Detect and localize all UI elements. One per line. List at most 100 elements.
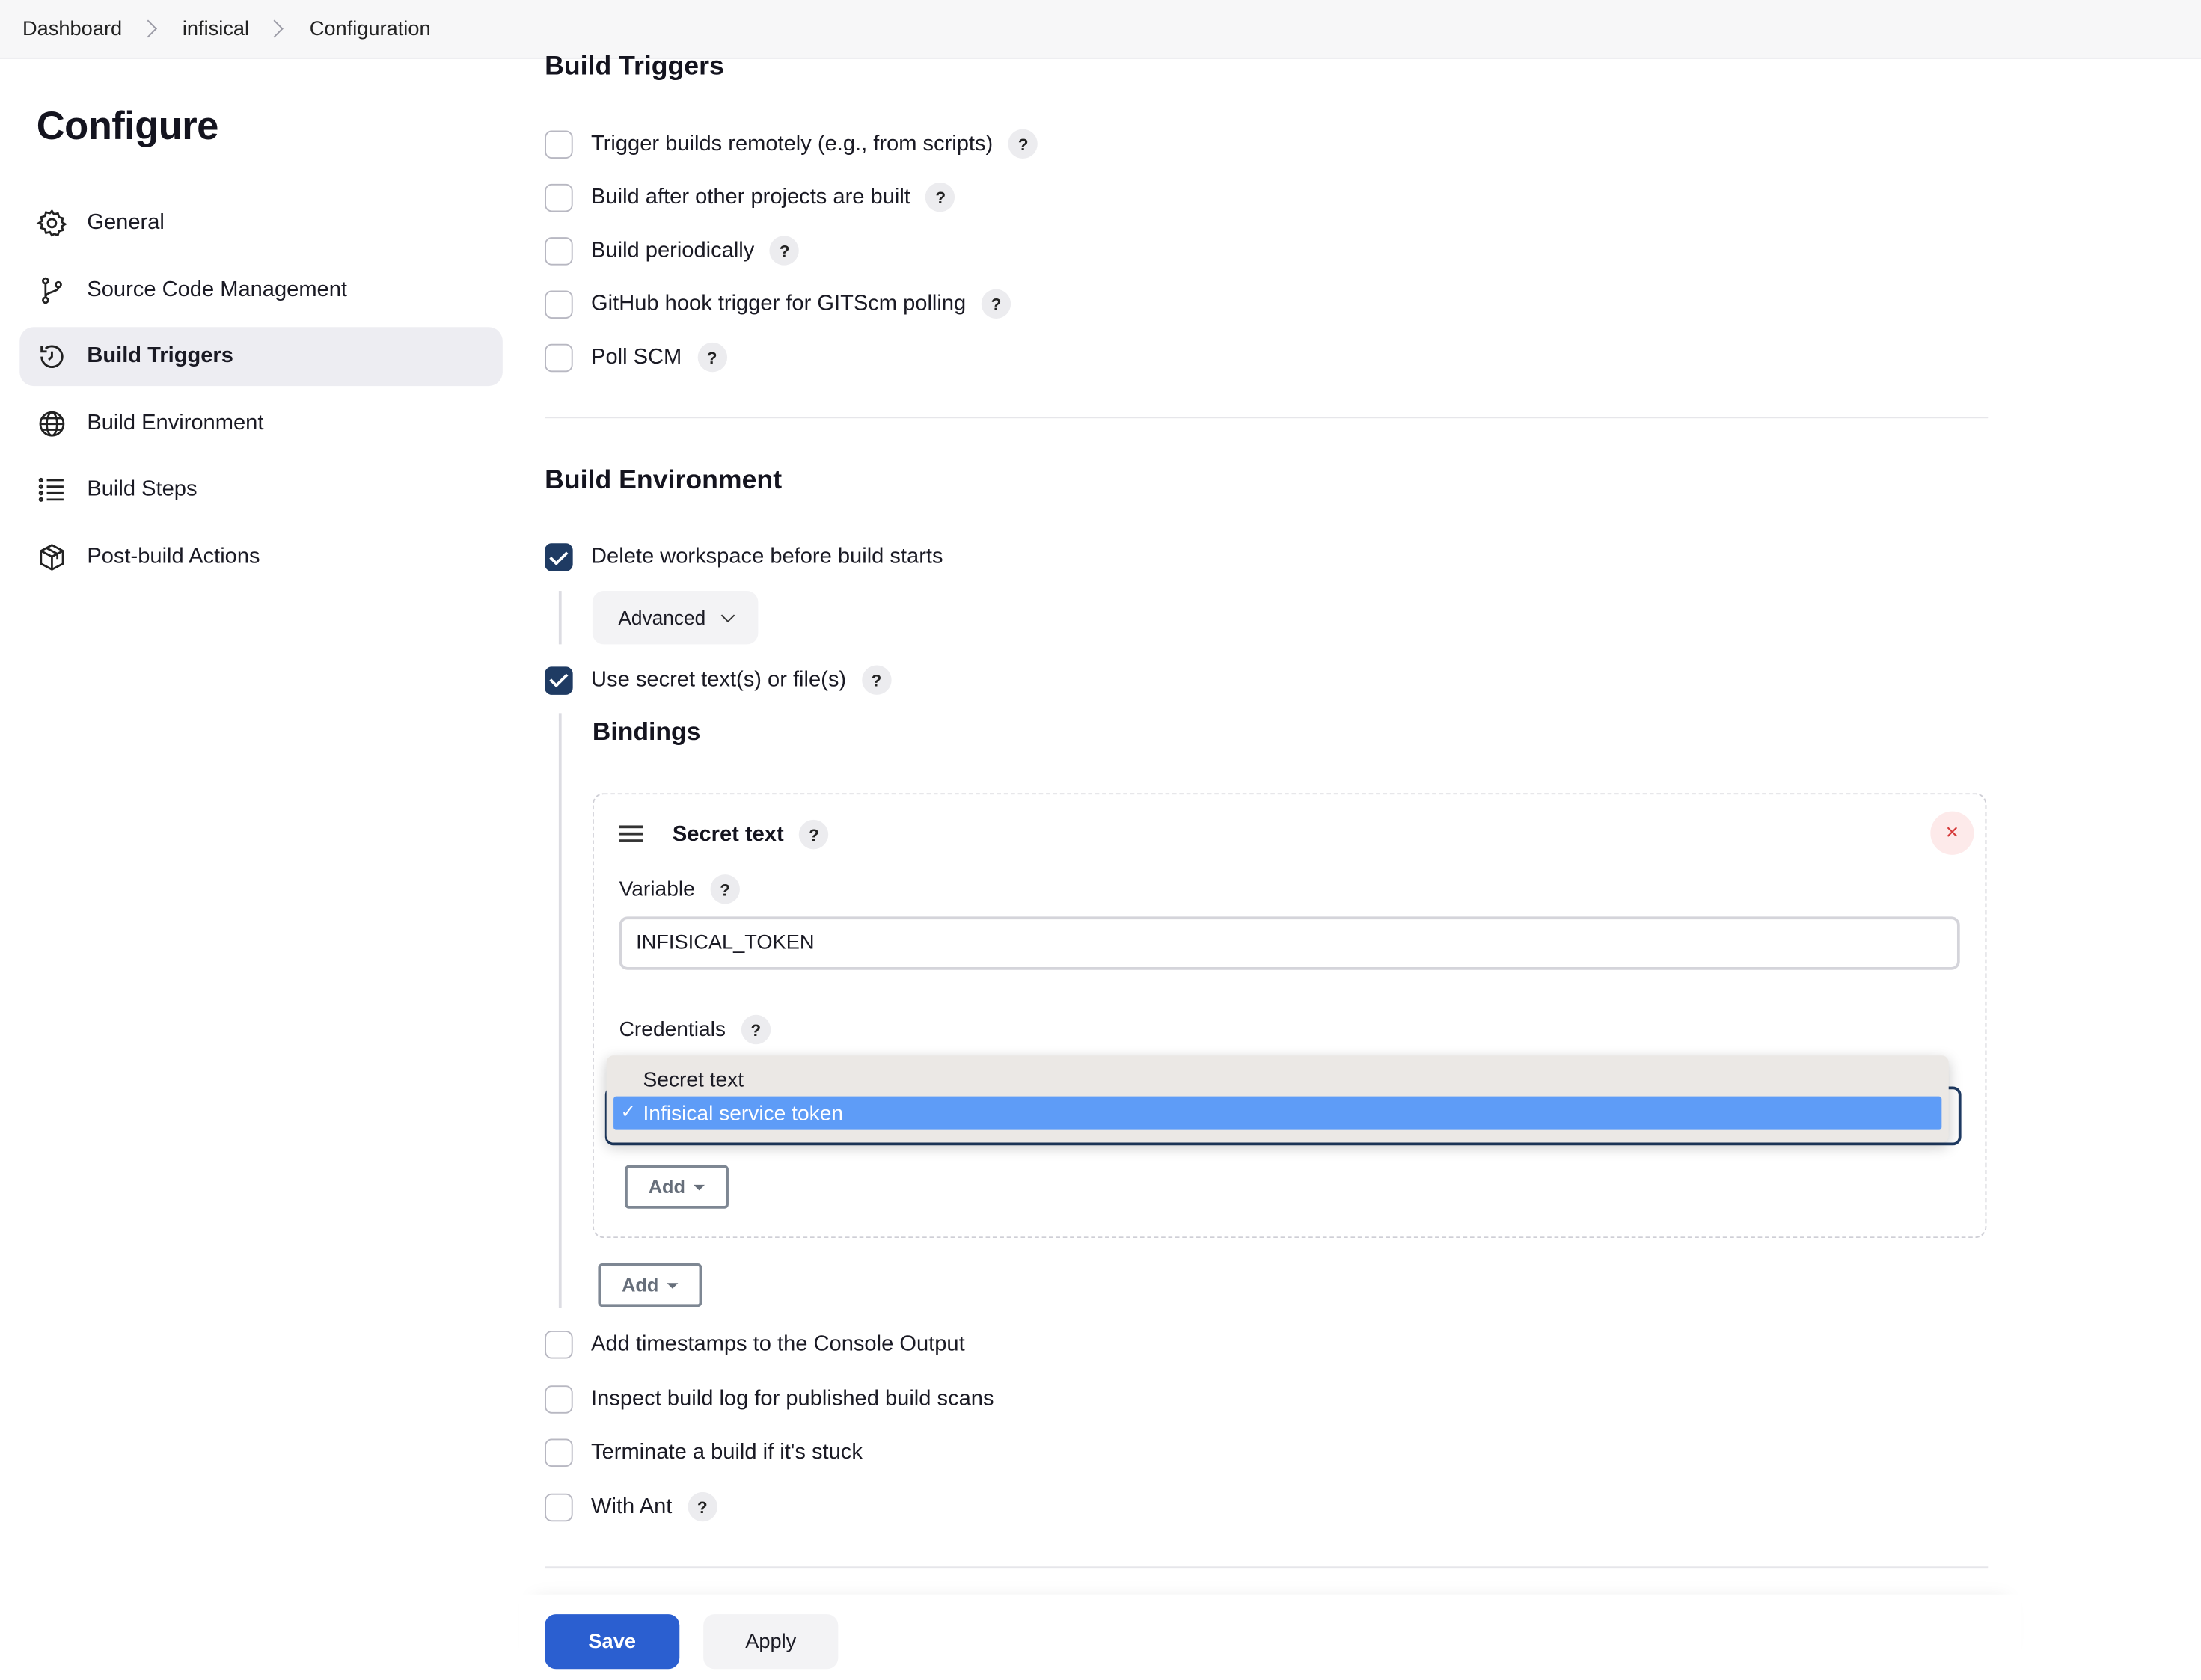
help-icon[interactable]: ? [688, 1492, 717, 1522]
trigger-remote-checkbox[interactable] [545, 129, 573, 159]
timestamps-row: Add timestamps to the Console Output [545, 1331, 965, 1359]
credentials-dropdown: Secret text ✓ Infisical service token [606, 1055, 1949, 1143]
terminate-stuck-checkbox[interactable] [545, 1438, 573, 1468]
list-icon [38, 477, 64, 502]
caret-down-icon [667, 1282, 679, 1288]
sidebar-item-label: Post-build Actions [87, 544, 260, 568]
sidebar-item-post-build-actions[interactable]: Post-build Actions [19, 527, 503, 586]
option-label: Infisical service token [643, 1101, 844, 1126]
sidebar-item-label: Build Steps [87, 477, 198, 501]
checkbox-label: With Ant [591, 1494, 673, 1518]
chevron-right-icon [266, 19, 284, 38]
section-divider [545, 417, 1989, 419]
sidebar-item-label: Build Triggers [87, 343, 233, 368]
variable-label: Variable ? [619, 874, 740, 904]
branch-icon [42, 276, 62, 304]
drag-handle-icon[interactable] [619, 825, 643, 846]
trigger-poll-scm-checkbox[interactable] [545, 343, 573, 372]
help-icon[interactable]: ? [697, 342, 727, 373]
sidebar-item-general[interactable]: General [19, 194, 503, 253]
sidebar-item-build-steps[interactable]: Build Steps [19, 461, 503, 520]
delete-workspace-checkbox[interactable] [545, 543, 573, 571]
breadcrumb-dashboard[interactable]: Dashboard [22, 17, 122, 40]
checkbox-label: Build after other projects are built [591, 184, 910, 209]
binding-card-title-text: Secret text [672, 821, 784, 846]
help-icon[interactable]: ? [925, 182, 955, 212]
sidebar-nav: General Source Code Management Build Tri… [19, 194, 503, 594]
checkbox-label: Add timestamps to the Console Output [591, 1331, 965, 1356]
trigger-remote-row: Trigger builds remotely (e.g., from scri… [545, 129, 1038, 159]
help-icon[interactable]: ? [861, 665, 892, 695]
inspect-build-log-checkbox[interactable] [545, 1385, 573, 1414]
breadcrumb: Dashboard infisical Configuration [0, 0, 2201, 59]
terminate-stuck-row: Terminate a build if it's stuck [545, 1438, 863, 1468]
help-icon[interactable]: ? [769, 236, 800, 266]
use-secret-checkbox[interactable] [545, 666, 573, 694]
apply-button[interactable]: Apply [703, 1614, 839, 1670]
chevron-right-icon [138, 19, 157, 38]
nested-guide-line [558, 713, 562, 1308]
credentials-add-button[interactable]: Add [625, 1165, 729, 1209]
sidebar-item-label: General [87, 210, 165, 235]
variable-label-text: Variable [619, 877, 695, 901]
help-icon[interactable]: ? [1008, 129, 1038, 159]
section-title-build-environment: Build Environment [545, 466, 783, 496]
breadcrumb-configuration[interactable]: Configuration [310, 17, 431, 40]
add-label: Add [648, 1176, 686, 1198]
sidebar-item-label: Build Environment [87, 410, 264, 435]
dropdown-option-infisical-service-token[interactable]: ✓ Infisical service token [613, 1096, 1942, 1130]
nested-guide-line [558, 591, 562, 645]
save-button[interactable]: Save [545, 1614, 680, 1670]
globe-icon [39, 410, 65, 436]
help-icon[interactable]: ? [710, 874, 740, 904]
bindings-title: Bindings [592, 717, 701, 746]
checkbox-label: Terminate a build if it's stuck [591, 1440, 863, 1465]
with-ant-checkbox[interactable] [545, 1492, 573, 1521]
use-secret-row: Use secret text(s) or file(s) ? [545, 665, 892, 695]
inspect-build-log-row: Inspect build log for published build sc… [545, 1385, 994, 1414]
checkbox-label: Delete workspace before build starts [591, 545, 943, 569]
timestamps-checkbox[interactable] [545, 1331, 573, 1359]
delete-workspace-row: Delete workspace before build starts [545, 543, 943, 571]
advanced-label: Advanced [618, 606, 706, 629]
help-icon[interactable]: ? [799, 819, 829, 850]
sidebar-item-build-environment[interactable]: Build Environment [19, 393, 503, 453]
checkbox-label: Inspect build log for published build sc… [591, 1387, 994, 1411]
checkbox-label: Build periodically [591, 238, 755, 262]
sidebar-item-source-code-management[interactable]: Source Code Management [19, 260, 503, 319]
chevron-down-icon [720, 607, 735, 622]
trigger-periodically-checkbox[interactable] [545, 236, 573, 265]
checkbox-label: GitHub hook trigger for GITScm polling [591, 291, 967, 316]
section-divider [545, 1566, 1989, 1569]
checkbox-label: Trigger builds remotely (e.g., from scri… [591, 131, 994, 156]
trigger-poll-scm-row: Poll SCM ? [545, 342, 727, 373]
trigger-after-projects-row: Build after other projects are built ? [545, 182, 955, 212]
secret-text-binding-card: Secret text ? × Variable ? Credentials ?… [592, 793, 1987, 1239]
gear-icon [36, 209, 67, 237]
package-icon [40, 543, 64, 570]
section-title-build-triggers: Build Triggers [545, 52, 724, 82]
add-binding-button[interactable]: Add [598, 1263, 702, 1307]
dropdown-option-secret-text[interactable]: Secret text [607, 1063, 1949, 1097]
trigger-github-hook-row: GitHub hook trigger for GITScm polling ? [545, 289, 1011, 319]
sidebar-item-build-triggers[interactable]: Build Triggers [19, 327, 503, 387]
trigger-after-projects-checkbox[interactable] [545, 183, 573, 212]
close-icon: × [1945, 820, 1959, 844]
trigger-github-hook-checkbox[interactable] [545, 289, 573, 319]
add-label: Add [622, 1274, 659, 1296]
checkbox-label: Poll SCM [591, 344, 682, 369]
clock-icon [40, 345, 64, 368]
with-ant-row: With Ant ? [545, 1492, 717, 1522]
advanced-button[interactable]: Advanced [592, 591, 759, 645]
checkmark-icon: ✓ [620, 1100, 636, 1122]
help-icon[interactable]: ? [741, 1014, 771, 1045]
credentials-label-text: Credentials [619, 1017, 726, 1042]
page-title: Configure [36, 103, 219, 148]
variable-input[interactable] [619, 916, 1960, 970]
credentials-label: Credentials ? [619, 1014, 771, 1045]
remove-binding-button[interactable]: × [1930, 811, 1974, 855]
sidebar-item-label: Source Code Management [87, 277, 348, 301]
help-icon[interactable]: ? [981, 289, 1011, 319]
breadcrumb-infisical[interactable]: infisical [183, 17, 249, 40]
caret-down-icon [694, 1183, 705, 1190]
